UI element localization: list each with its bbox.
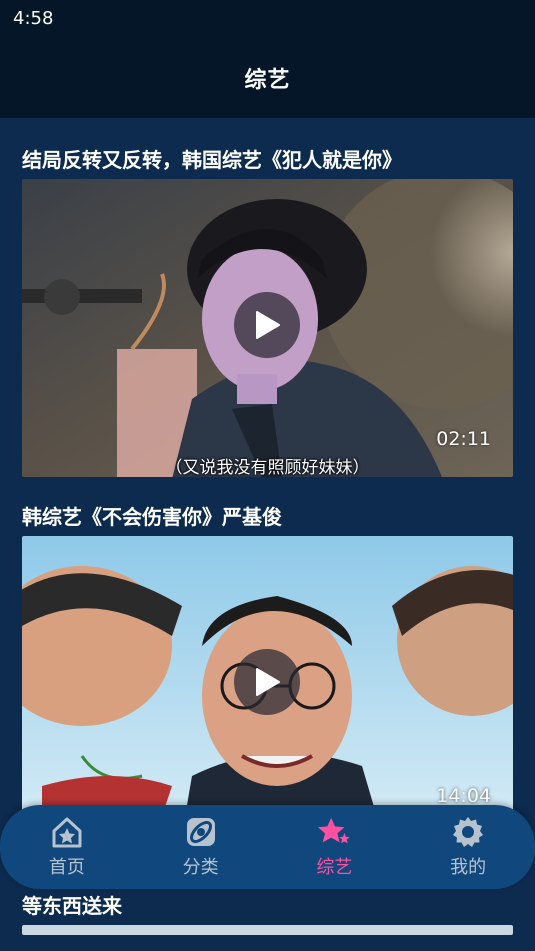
title-bar: 综艺 xyxy=(0,38,535,118)
video-thumbnail[interactable]: 14:04 xyxy=(22,536,513,834)
category-icon xyxy=(184,815,218,849)
tab-label: 首页 xyxy=(48,857,85,878)
tab-home[interactable]: 首页 xyxy=(12,805,122,889)
status-time: 4:58 xyxy=(13,8,54,29)
video-subtitle: （又说我没有照顾好妹妹） xyxy=(165,458,370,477)
tab-label: 我的 xyxy=(450,857,487,878)
settings-icon xyxy=(451,815,485,849)
home-icon xyxy=(50,815,84,849)
video-thumbnail[interactable]: 02:11 （又说我没有照顾好妹妹） xyxy=(22,179,513,477)
tab-me[interactable]: 我的 xyxy=(413,805,523,889)
video-title[interactable]: 韩综艺《不会伤害你》严基俊 xyxy=(22,501,282,530)
video-title[interactable]: 结局反转又反转，韩国综艺《犯人就是你》 xyxy=(22,144,402,173)
status-bar: 4:58 xyxy=(0,0,535,38)
video-title[interactable]: 等东西送来 xyxy=(22,890,122,919)
video-duration: 14:04 xyxy=(436,785,491,807)
play-button[interactable] xyxy=(234,649,300,715)
tab-label: 综艺 xyxy=(316,857,353,878)
video-duration: 02:11 xyxy=(436,428,491,450)
play-icon xyxy=(256,668,280,696)
tab-label: 分类 xyxy=(182,857,219,878)
play-icon xyxy=(256,311,280,339)
bottom-tab-bar: 首页 分类 综艺 我的 xyxy=(0,805,535,889)
tab-category[interactable]: 分类 xyxy=(146,805,256,889)
tab-variety[interactable]: 综艺 xyxy=(279,805,389,889)
play-button[interactable] xyxy=(234,292,300,358)
page-title: 综艺 xyxy=(244,68,291,93)
video-thumbnail[interactable] xyxy=(22,925,513,935)
star-icon xyxy=(317,815,351,849)
